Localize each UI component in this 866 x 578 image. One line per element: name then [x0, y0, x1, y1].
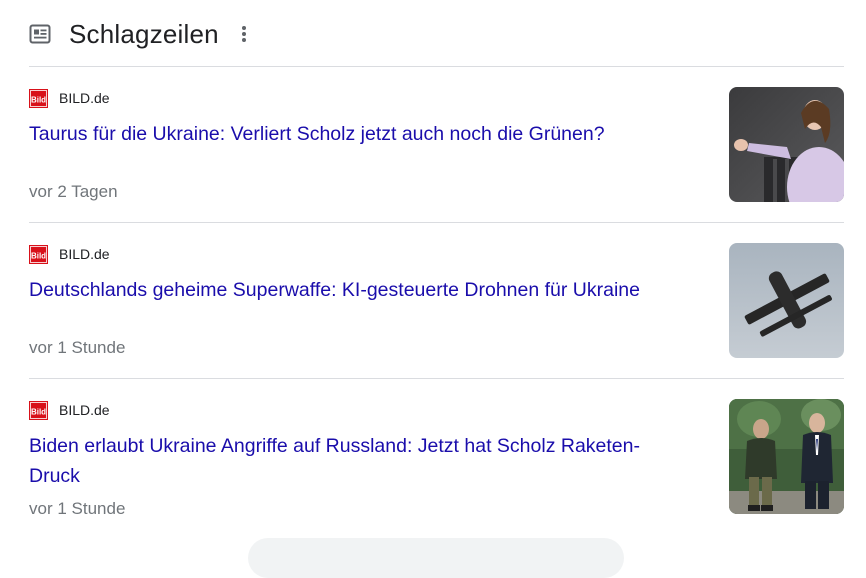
bild-logo-icon: Bild: [29, 400, 48, 420]
more-vert-icon[interactable]: [241, 24, 247, 44]
divider: [29, 66, 844, 67]
section-header: Schlagzeilen: [29, 14, 247, 54]
article-headline-link[interactable]: Taurus für die Ukraine: Verliert Scholz …: [29, 119, 679, 149]
bild-logo-icon: Bild: [29, 244, 48, 264]
bild-logo-icon: Bild: [29, 88, 48, 108]
article-time: vor 2 Tagen: [29, 182, 118, 201]
article-time: vor 1 Stunde: [29, 499, 126, 518]
section-title: Schlagzeilen: [69, 18, 219, 49]
article-headline-link[interactable]: Biden erlaubt Ukraine Angriffe auf Russl…: [29, 431, 679, 491]
article-source: BILD.de: [59, 246, 110, 262]
article-thumbnail[interactable]: [729, 399, 844, 514]
article-headline-link[interactable]: Deutschlands geheime Superwaffe: KI-gest…: [29, 275, 679, 305]
news-icon: [29, 24, 51, 44]
divider: [29, 378, 844, 379]
article-time: vor 1 Stunde: [29, 338, 126, 357]
article-source: BILD.de: [59, 402, 110, 418]
article-source-row: Bild BILD.de: [29, 88, 110, 108]
divider: [29, 222, 844, 223]
article-thumbnail[interactable]: [729, 243, 844, 358]
news-article[interactable]: Bild BILD.de Taurus für die Ukraine: Ver…: [29, 87, 844, 217]
svg-text:Bild: Bild: [31, 251, 46, 260]
news-article[interactable]: Bild BILD.de Deutschlands geheime Superw…: [29, 243, 844, 373]
more-news-button[interactable]: [248, 538, 624, 578]
svg-text:Bild: Bild: [31, 407, 46, 416]
article-source-row: Bild BILD.de: [29, 400, 110, 420]
article-source: BILD.de: [59, 90, 110, 106]
article-source-row: Bild BILD.de: [29, 244, 110, 264]
svg-text:Bild: Bild: [31, 95, 46, 104]
news-article[interactable]: Bild BILD.de Biden erlaubt Ukraine Angri…: [29, 399, 844, 529]
article-thumbnail[interactable]: [729, 87, 844, 202]
